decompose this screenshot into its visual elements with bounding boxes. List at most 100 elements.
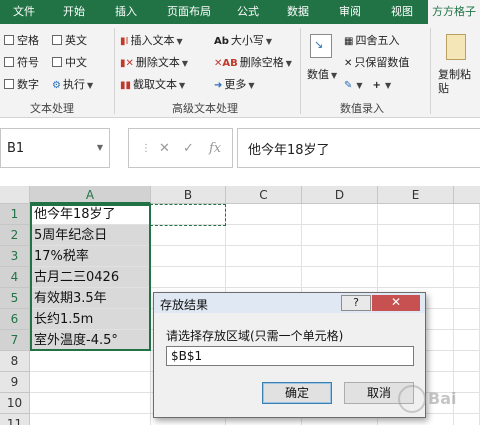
empty-cell[interactable] xyxy=(454,414,480,425)
keep-value-button[interactable]: ✕ 只保留数值 xyxy=(344,56,409,71)
tab-fangfanggezi[interactable]: 方方格子 xyxy=(428,0,480,24)
empty-cell[interactable] xyxy=(378,267,454,288)
empty-cell[interactable] xyxy=(226,204,302,225)
tab-view[interactable]: 视图 xyxy=(380,0,424,24)
empty-cell[interactable] xyxy=(454,330,480,351)
enter-icon[interactable]: ✓ xyxy=(183,141,194,156)
empty-cell[interactable] xyxy=(151,246,226,267)
empty-cell[interactable] xyxy=(454,246,480,267)
row-header[interactable]: 7 xyxy=(0,330,30,351)
cancel-button[interactable]: 取消 xyxy=(344,382,414,404)
formula-input[interactable]: 他今年18岁了 xyxy=(237,128,480,168)
cell-a2[interactable]: 5周年纪念日 xyxy=(30,225,151,246)
empty-cell[interactable] xyxy=(302,267,378,288)
empty-cell[interactable] xyxy=(378,225,454,246)
tab-formulas[interactable]: 公式 xyxy=(226,0,270,24)
checkbox-english[interactable]: 英文 xyxy=(52,34,87,48)
cell-a3[interactable]: 17%税率 xyxy=(30,246,151,267)
row-header[interactable]: 10 xyxy=(0,393,30,414)
copy-paste-button[interactable]: 复制粘贴 xyxy=(438,68,480,96)
row-header[interactable]: 5 xyxy=(0,288,30,309)
extract-text-button[interactable]: ▮▮ 截取文本 ▼ xyxy=(120,78,185,93)
cell-a5[interactable]: 有效期3.5年 xyxy=(30,288,151,309)
empty-cell[interactable] xyxy=(378,204,454,225)
row-header[interactable]: 1 xyxy=(0,204,30,225)
column-header-a[interactable]: A xyxy=(30,186,151,204)
keep-value-icon: ✕ xyxy=(344,58,353,69)
empty-cell[interactable] xyxy=(226,267,302,288)
execute-icon: ⚙ xyxy=(52,80,61,91)
empty-cell[interactable] xyxy=(454,204,480,225)
chevron-down-icon: ▼ xyxy=(86,81,94,90)
empty-cell[interactable] xyxy=(454,267,480,288)
empty-cell[interactable] xyxy=(454,372,480,393)
empty-cell[interactable] xyxy=(226,225,302,246)
empty-cell[interactable] xyxy=(30,393,151,414)
empty-cell[interactable] xyxy=(30,414,151,425)
insert-text-button[interactable]: ▮I 插入文本 ▼ xyxy=(120,34,183,49)
empty-cell[interactable] xyxy=(226,246,302,267)
close-button[interactable]: ✕ xyxy=(372,295,420,311)
empty-cell[interactable] xyxy=(454,288,480,309)
name-box[interactable]: B1 ▼ xyxy=(0,128,110,168)
help-button[interactable]: ? xyxy=(341,295,371,311)
empty-cell[interactable] xyxy=(302,225,378,246)
empty-cell[interactable] xyxy=(151,204,226,225)
column-header-d[interactable]: D xyxy=(302,186,378,204)
group-divider xyxy=(430,28,431,114)
case-button[interactable]: Ab 大小写 ▼ xyxy=(214,34,272,49)
delete-text-button[interactable]: ▮✕ 删除文本 ▼ xyxy=(120,56,188,71)
tab-review[interactable]: 审阅 xyxy=(328,0,372,24)
empty-cell[interactable] xyxy=(30,351,151,372)
ok-button[interactable]: 确定 xyxy=(262,382,332,404)
cell-a7[interactable]: 室外温度-4.5° xyxy=(30,330,151,351)
empty-cell[interactable] xyxy=(151,267,226,288)
empty-cell[interactable] xyxy=(454,309,480,330)
empty-cell[interactable] xyxy=(302,246,378,267)
checkbox-symbol[interactable]: 符号 xyxy=(4,56,39,70)
tab-home[interactable]: 开始 xyxy=(52,0,96,24)
range-input[interactable] xyxy=(166,346,414,366)
row-header[interactable]: 11 xyxy=(0,414,30,425)
empty-cell[interactable] xyxy=(378,246,454,267)
cell-a6[interactable]: 长约1.5m xyxy=(30,309,151,330)
chevron-down-icon[interactable]: ▼ xyxy=(97,143,103,152)
more-button[interactable]: ➜ 更多 ▼ xyxy=(214,78,255,93)
empty-cell[interactable] xyxy=(302,204,378,225)
value-button[interactable]: 数值 ▼ xyxy=(307,68,337,83)
row-header[interactable]: 3 xyxy=(0,246,30,267)
delete-spaces-icon: ✕AB xyxy=(214,58,238,69)
tab-data[interactable]: 数据 xyxy=(276,0,320,24)
cell-a1[interactable]: 他今年18岁了 xyxy=(30,204,151,225)
column-header-b[interactable]: B xyxy=(151,186,226,204)
cancel-icon[interactable]: ✕ xyxy=(159,141,170,156)
empty-cell[interactable] xyxy=(151,225,226,246)
empty-cell[interactable] xyxy=(454,225,480,246)
row-header[interactable]: 4 xyxy=(0,267,30,288)
empty-cell[interactable] xyxy=(30,372,151,393)
row-header[interactable]: 8 xyxy=(0,351,30,372)
tab-page-layout[interactable]: 页面布局 xyxy=(156,0,222,24)
cell-a4[interactable]: 古月二三0426 xyxy=(30,267,151,288)
more-dots-icon[interactable]: ⋮ xyxy=(141,143,151,154)
delete-spaces-button[interactable]: ✕AB 删除空格 ▼ xyxy=(214,56,292,71)
tab-file[interactable]: 文件 xyxy=(2,0,46,24)
tab-insert[interactable]: 插入 xyxy=(104,0,148,24)
checkbox-chinese[interactable]: 中文 xyxy=(52,56,87,70)
checkbox-space[interactable]: 空格 xyxy=(4,34,39,48)
checkbox-icon xyxy=(52,35,62,45)
edit-button[interactable]: ✎ ▼ + ▼ xyxy=(344,78,391,93)
empty-cell[interactable] xyxy=(454,351,480,372)
execute-button[interactable]: ⚙ 执行 ▼ xyxy=(52,78,93,93)
select-all-corner[interactable] xyxy=(0,186,30,204)
row-header[interactable]: 9 xyxy=(0,372,30,393)
column-header-e[interactable]: E xyxy=(378,186,454,204)
dialog-title-bar[interactable]: 存放结果 ? ✕ xyxy=(154,293,425,313)
checkbox-number[interactable]: 数字 xyxy=(4,78,39,92)
column-header-c[interactable]: C xyxy=(226,186,302,204)
row-header[interactable]: 6 xyxy=(0,309,30,330)
row-header[interactable]: 2 xyxy=(0,225,30,246)
fx-icon[interactable]: fx xyxy=(209,141,221,156)
empty-cell[interactable] xyxy=(454,393,480,414)
round-button[interactable]: ▦ 四舍五入 xyxy=(344,34,399,49)
